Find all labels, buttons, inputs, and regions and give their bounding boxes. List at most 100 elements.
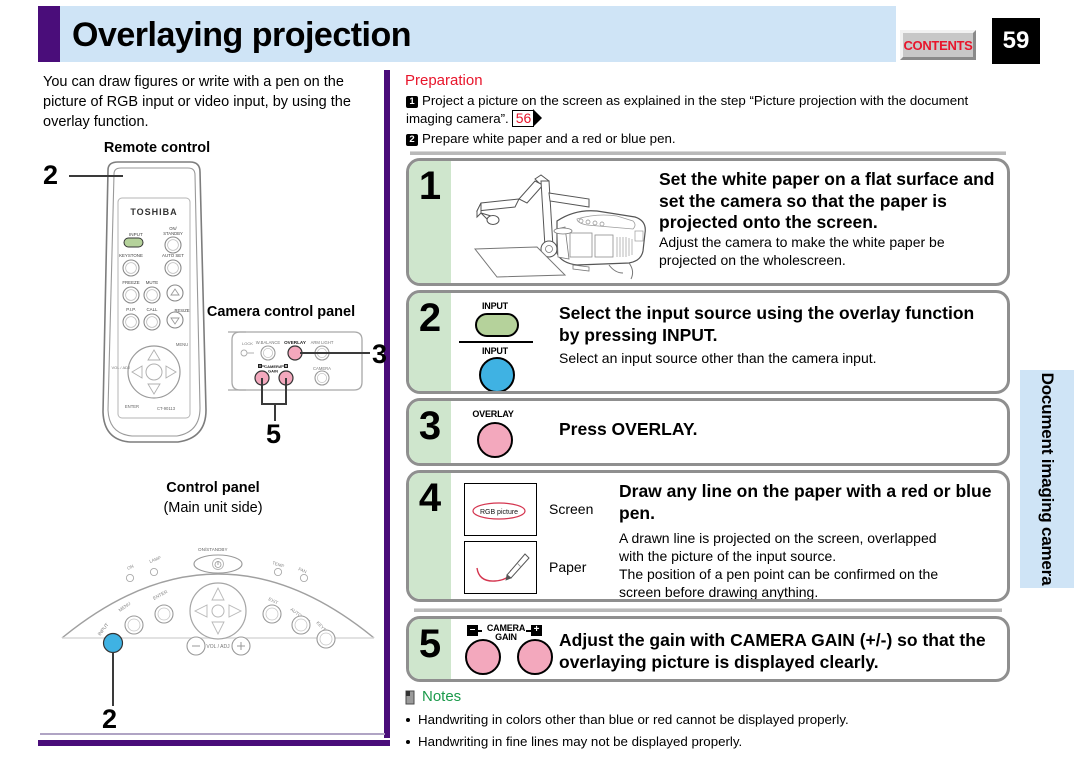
svg-text:INPUT: INPUT [129, 232, 143, 237]
svg-text:LOCK: LOCK [242, 341, 253, 346]
step-4-number-column: 4 [409, 473, 451, 599]
svg-text:MENU: MENU [118, 601, 132, 613]
svg-text:FREEZE: FREEZE [122, 280, 139, 285]
step-2-button-separator [459, 341, 533, 343]
step-3-number: 3 [418, 404, 442, 448]
callout-line-gain-left [261, 378, 263, 404]
step-box-2: 2 INPUT INPUT Select the input source us… [406, 290, 1010, 394]
step-2-body: Select an input source other than the ca… [559, 350, 877, 366]
step-1-heading: Set the white paper on a flat surface an… [659, 169, 995, 232]
step-2-number: 2 [418, 296, 442, 340]
callout-line-overlay [300, 352, 370, 354]
svg-text:CAMERA: CAMERA [313, 366, 331, 371]
svg-text:ON/STANDBY: ON/STANDBY [198, 547, 228, 552]
svg-text:GAIN: GAIN [268, 369, 278, 374]
callout-number-overlay: 3 [372, 339, 388, 369]
svg-text:EXIT: EXIT [268, 596, 280, 605]
page-title: Overlaying projection [72, 16, 412, 54]
svg-text:TEMP: TEMP [272, 560, 285, 569]
step-4-body-line-4: screen before drawing anything. [619, 584, 819, 600]
camera-control-panel-caption: Camera control panel [206, 304, 356, 320]
preparation-item-2-number: 2 [406, 134, 418, 146]
step-3-heading: Press OVERLAY. [559, 419, 698, 439]
note-item-1: Handwriting in colors other than blue or… [418, 712, 849, 727]
svg-text:FAN: FAN [298, 566, 308, 574]
contents-button-label: CONTENTS [903, 37, 973, 53]
control-panel-illustration: ON LAMP ON/STANDBY TEMP FAN ENTER MENU E… [58, 518, 378, 658]
preparation-item-1-text: Project a picture on the screen as expla… [406, 93, 969, 126]
preparation-item-2: 2 Prepare white paper and a red or blue p… [406, 131, 1010, 148]
svg-text:ENTER: ENTER [152, 589, 169, 601]
step-4-body-line-2: with the picture of the input source. [619, 548, 837, 564]
right-column: Preparation 1 Project a picture on the sc… [398, 68, 1018, 758]
left-column: You can draw figures or write with a pen… [38, 70, 390, 748]
preparation-divider [410, 151, 1006, 155]
step-5-plus-icon: + [531, 625, 542, 636]
step-4-5-divider [414, 608, 1002, 612]
header-accent-bar [38, 6, 60, 62]
svg-text:RGB picture: RGB picture [480, 509, 518, 516]
step-4-screen-thumbnail: RGB picture [464, 483, 537, 536]
step-box-3: 3 OVERLAY Press OVERLAY. [406, 398, 1010, 466]
notes-icon [405, 690, 415, 705]
svg-text:CALL: CALL [147, 307, 159, 312]
preparation-item-2-text: Prepare white paper and a red or blue pe… [422, 131, 676, 146]
step-5-gain-plus-button[interactable] [517, 639, 553, 675]
notes-title: Notes [422, 688, 462, 705]
callout-number-remote-input: 2 [43, 160, 59, 190]
page-number-badge: 59 [992, 18, 1040, 64]
step-4-body-line-3: The position of a pen point can be confi… [619, 566, 939, 582]
section-side-tab-label: Document imaging camera [1038, 372, 1057, 586]
svg-text:W.BALANCE: W.BALANCE [256, 340, 281, 345]
svg-text:TOSHIBA: TOSHIBA [130, 207, 177, 217]
step-5-minus-icon: – [467, 625, 478, 636]
intro-paragraph: You can draw figures or write with a pen… [43, 74, 351, 130]
svg-text:ON: ON [126, 564, 134, 571]
svg-text:OVERLAY: OVERLAY [284, 340, 306, 345]
callout-number-panel-input: 2 [102, 704, 118, 734]
step-4-screen-label: Screen [549, 501, 594, 517]
contents-button[interactable]: CONTENTS [900, 30, 976, 60]
step-2-remote-input-button[interactable] [475, 313, 519, 337]
step-1-number: 1 [418, 164, 442, 208]
callout-line-gain-right [285, 378, 287, 404]
step-4-number: 4 [418, 476, 442, 520]
preparation-item-1-number: 1 [406, 96, 418, 108]
step-5-label-rule-right [526, 630, 531, 632]
note-item-2: Handwriting in fine lines may not be dis… [418, 734, 743, 749]
step-5-gain-minus-button[interactable] [465, 639, 501, 675]
svg-text:VOL / ADJ: VOL / ADJ [111, 365, 130, 370]
svg-text:ENTER: ENTER [125, 404, 139, 409]
step-3-number-column: 3 [409, 401, 451, 463]
callout-number-gain: 5 [266, 419, 282, 449]
note-bullet-2 [406, 740, 410, 744]
control-panel-subcaption: (Main unit side) [163, 500, 263, 516]
step-5-label-rule-left [478, 630, 482, 632]
camera-control-panel-illustration: LOCK W.BALANCE OVERLAY ARM LIGHT CAMERA … [228, 326, 368, 406]
step-5-heading: Adjust the gain with CAMERA GAIN (+/-) s… [559, 630, 986, 672]
page-reference-link-56[interactable]: 56 [511, 109, 542, 127]
step-1-body: Adjust the camera to make the white pape… [659, 234, 945, 268]
step-2-panel-input-label: INPUT [481, 346, 508, 356]
svg-text:MUTE: MUTE [146, 280, 159, 285]
step-4-paper-thumbnail [464, 541, 537, 594]
svg-text:STANDBY: STANDBY [163, 231, 183, 236]
step-4-body-line-1: A drawn line is projected on the screen,… [619, 530, 937, 546]
remote-control-caption: Remote control [103, 140, 211, 156]
control-panel-caption: Control panel [166, 480, 260, 496]
step-3-overlay-button[interactable] [477, 422, 513, 458]
preparation-title: Preparation [405, 72, 483, 89]
step-2-panel-input-button[interactable] [479, 357, 515, 391]
step-1-illustration [457, 169, 652, 281]
svg-text:ARM LIGHT: ARM LIGHT [311, 340, 334, 345]
step-2-heading: Select the input source using the overla… [559, 303, 975, 345]
note-bullet-1 [406, 718, 410, 722]
step-5-number: 5 [418, 622, 442, 666]
step-3-overlay-label: OVERLAY [472, 409, 514, 419]
svg-text:AUTO SET: AUTO SET [162, 253, 184, 258]
svg-text:KEYSTONE: KEYSTONE [119, 253, 143, 258]
svg-text:MENU: MENU [176, 342, 188, 347]
step-4-paper-label: Paper [549, 559, 587, 575]
step-box-1: 1 Set the white paper on a flat surface … [406, 158, 1010, 286]
svg-text:P.I.P.: P.I.P. [126, 307, 136, 312]
